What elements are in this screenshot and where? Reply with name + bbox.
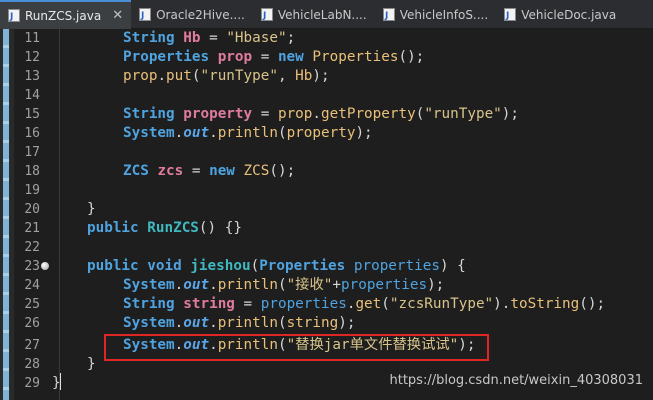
svg-text:J: J bbox=[140, 11, 144, 21]
tab-oracle2hive[interactable]: J Oracle2Hive.... bbox=[131, 0, 253, 29]
line-number: 20 bbox=[24, 202, 40, 217]
code-line: 21 public RunZCS() {} bbox=[0, 219, 653, 238]
line-number: 14 bbox=[24, 88, 40, 103]
code-line: 11 String Hb = "Hbase"; bbox=[0, 29, 653, 48]
line-number: 16 bbox=[24, 126, 40, 141]
text-caret bbox=[60, 373, 61, 390]
line-number: 13 bbox=[24, 69, 40, 84]
line-number: 25 bbox=[24, 297, 40, 312]
line-number: 18 bbox=[24, 164, 40, 179]
code-line: 25 String string = properties.get("zcsRu… bbox=[0, 295, 653, 314]
tab-runzcs[interactable]: J RunZCS.java ✕ bbox=[0, 0, 132, 29]
code-line: 20 } bbox=[0, 200, 653, 219]
line-number: 11 bbox=[24, 31, 40, 46]
watermark: https://blog.csdn.net/weixin_40308031 bbox=[389, 373, 643, 388]
code-line: 26 System.out.println(string); bbox=[0, 314, 653, 333]
svg-text:J: J bbox=[384, 11, 388, 21]
svg-text:J: J bbox=[505, 11, 509, 21]
code-text: System.out.println(property); bbox=[123, 125, 373, 141]
code-line: 15 String property = prop.getProperty("r… bbox=[0, 105, 653, 124]
tab-label: VehicleInfoS.... bbox=[399, 7, 489, 22]
code-line: 14 bbox=[0, 86, 653, 105]
java-file-icon: J bbox=[8, 9, 20, 22]
code-text: Properties prop = new Properties(); bbox=[123, 49, 425, 65]
code-text: } bbox=[87, 201, 96, 217]
code-line: 18 ZCS zcs = new ZCS(); bbox=[0, 162, 653, 181]
code-line: 17 bbox=[0, 143, 653, 162]
code-line: 22 bbox=[0, 238, 653, 257]
line-number: 21 bbox=[24, 221, 40, 236]
line-number: 26 bbox=[24, 316, 40, 331]
fold-toggle-icon[interactable] bbox=[41, 262, 49, 270]
line-number: 15 bbox=[24, 107, 40, 122]
code-text: public RunZCS() {} bbox=[87, 220, 242, 236]
code-line: 23 public void jieshou(Properties proper… bbox=[0, 257, 653, 276]
code-line: 12 Properties prop = new Properties(); bbox=[0, 48, 653, 67]
code-line: 24 System.out.println("接收"+properties); bbox=[0, 276, 653, 295]
code-text: System.out.println("接收"+properties); bbox=[123, 277, 445, 293]
tab-vehicledoc[interactable]: J VehicleDoc.java bbox=[496, 0, 624, 29]
code-line: 19 bbox=[0, 181, 653, 200]
line-number: 23 bbox=[24, 259, 40, 274]
line-number: 28 bbox=[24, 357, 40, 372]
code-line: 16 System.out.println(property); bbox=[0, 124, 653, 143]
java-file-icon: J bbox=[139, 8, 152, 21]
code-text: System.out.println(string); bbox=[123, 315, 356, 331]
close-icon[interactable]: ✕ bbox=[112, 8, 123, 23]
java-file-icon: J bbox=[382, 8, 395, 21]
tab-vehicleinfos[interactable]: J VehicleInfoS.... bbox=[375, 0, 497, 29]
code-line: 13 prop.put("runType", Hb); bbox=[0, 67, 653, 86]
tab-label: VehicleLabN.... bbox=[277, 7, 367, 22]
code-text: String property = prop.getProperty("runT… bbox=[123, 106, 519, 122]
code-text: } bbox=[87, 356, 96, 372]
line-number: 24 bbox=[24, 278, 40, 293]
code-text: prop.put("runType", Hb); bbox=[123, 68, 330, 84]
code-text: ZCS zcs = new ZCS(); bbox=[123, 163, 296, 179]
java-file-icon: J bbox=[260, 8, 273, 21]
tab-vehiclelabn[interactable]: J VehicleLabN.... bbox=[253, 0, 375, 29]
code-text: String Hb = "Hbase"; bbox=[123, 30, 296, 46]
line-number: 12 bbox=[24, 50, 40, 65]
tab-label: VehicleDoc.java bbox=[521, 7, 617, 22]
annotation-highlight-box bbox=[104, 334, 489, 361]
line-number: 19 bbox=[24, 183, 40, 198]
line-number: 17 bbox=[24, 145, 40, 160]
svg-text:J: J bbox=[9, 12, 13, 22]
code-editor[interactable]: 11 String Hb = "Hbase"; 12 Properties pr… bbox=[0, 29, 653, 400]
svg-text:J: J bbox=[262, 11, 266, 21]
code-text: String string = properties.get("zcsRunTy… bbox=[123, 296, 606, 312]
java-file-icon: J bbox=[504, 8, 517, 21]
tab-label: Oracle2Hive.... bbox=[156, 7, 245, 22]
line-number: 22 bbox=[24, 240, 40, 255]
line-number: 27 bbox=[24, 338, 40, 353]
code-text: public void jieshou(Properties propertie… bbox=[87, 258, 466, 274]
editor-tab-bar: J RunZCS.java ✕ J Oracle2Hive.... J Vehi… bbox=[0, 0, 653, 29]
line-number: 29 bbox=[24, 376, 40, 391]
tab-label: RunZCS.java bbox=[25, 8, 102, 23]
